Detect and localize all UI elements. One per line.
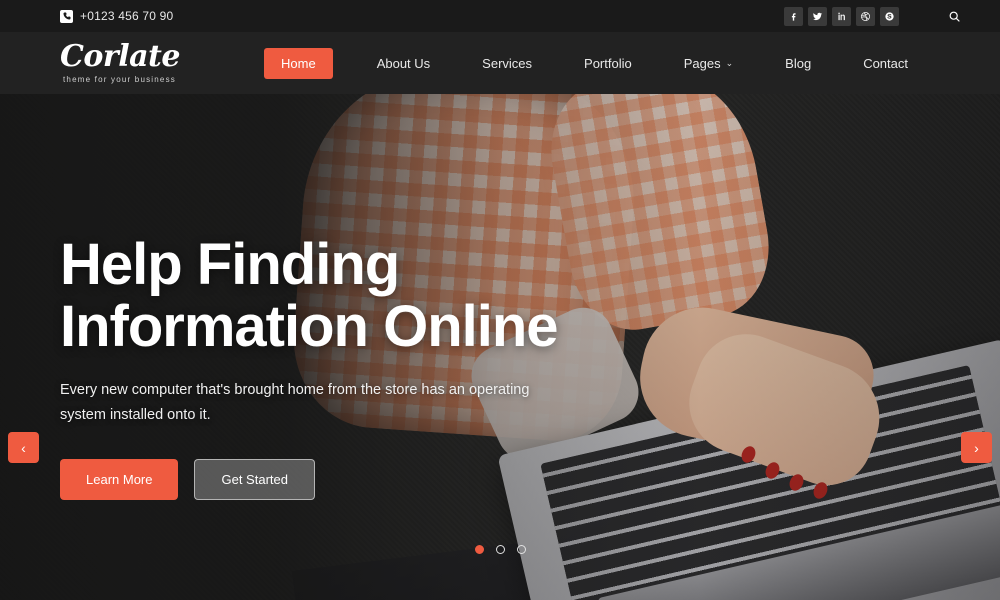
phone-number: +0123 456 70 90 <box>80 9 174 23</box>
slider-prev-arrow-icon[interactable]: ‹ <box>8 432 39 463</box>
nav-label: Home <box>281 55 316 71</box>
nav-label: Portfolio <box>584 55 632 71</box>
social-links <box>784 6 899 26</box>
phone-icon <box>60 9 73 23</box>
main-navigation: Home About Us Services Portfolio Pages ⌄… <box>264 47 934 79</box>
facebook-icon[interactable] <box>784 6 803 26</box>
topbar-right-group <box>784 6 976 26</box>
nav-item-contact[interactable]: Contact <box>863 48 908 79</box>
hero-slider: Help Finding Information Online Every ne… <box>0 94 1000 600</box>
hero-button-group: Learn More Get Started <box>60 458 620 500</box>
nav-label: About Us <box>376 55 431 71</box>
phone-link[interactable]: +0123 456 70 90 <box>60 9 173 23</box>
nav-label: Contact <box>863 55 908 71</box>
logo-name: Corlate <box>60 39 180 74</box>
search-icon[interactable] <box>944 6 964 26</box>
nav-item-portfolio[interactable]: Portfolio <box>584 48 632 79</box>
hero-title-line-2: Information Online <box>60 294 559 360</box>
get-started-button[interactable]: Get Started <box>194 458 315 500</box>
slider-dot-3[interactable] <box>516 545 526 554</box>
slider-next-arrow-icon[interactable]: › <box>961 432 992 463</box>
nav-label: Pages <box>683 55 721 71</box>
twitter-icon[interactable] <box>808 6 827 26</box>
hero-content: Help Finding Information Online Every ne… <box>0 94 620 500</box>
hero-subtitle: Every new computer that's brought home f… <box>60 382 530 424</box>
logo-tagline: theme for your business <box>63 75 176 84</box>
learn-more-button[interactable]: Learn More <box>60 458 179 500</box>
nav-label: Services <box>482 55 533 71</box>
nav-label: Blog <box>785 55 812 71</box>
top-bar: +0123 456 70 90 <box>0 0 1000 32</box>
nav-item-pages[interactable]: Pages ⌄ <box>684 48 733 79</box>
linkedin-icon[interactable] <box>832 6 851 26</box>
slider-dot-1[interactable] <box>474 545 484 554</box>
chevron-down-icon: ⌄ <box>725 57 734 68</box>
slider-dot-2[interactable] <box>495 545 505 554</box>
site-header: Corlate theme for your business Home Abo… <box>0 32 1000 94</box>
dribbble-icon[interactable] <box>856 6 875 26</box>
page-title: Help Finding Information Online <box>60 232 620 360</box>
nav-item-home[interactable]: Home <box>264 47 333 79</box>
nav-item-services[interactable]: Services <box>482 48 532 79</box>
nav-item-about-us[interactable]: About Us <box>377 48 430 79</box>
hero-title-line-1: Help Finding <box>60 232 400 297</box>
site-logo[interactable]: Corlate theme for your business <box>60 39 180 85</box>
nav-item-blog[interactable]: Blog <box>785 48 811 79</box>
skype-icon[interactable] <box>880 6 899 26</box>
slider-pagination <box>0 545 1000 554</box>
